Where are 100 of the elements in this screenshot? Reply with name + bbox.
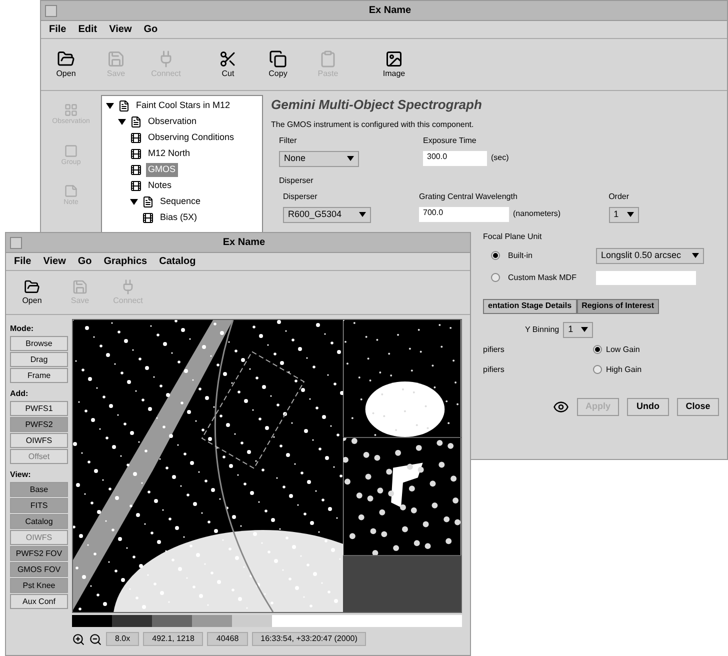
menu-item[interactable]: View [43,254,66,269]
note-icon [64,184,78,198]
dropdown[interactable]: 1 [608,206,639,222]
menu-item[interactable]: File [49,22,66,37]
tree-item[interactable]: Observing Conditions [146,131,236,145]
node-icon [130,116,142,128]
copy-icon [269,50,287,68]
mode-button[interactable]: PWFS2 FOV [10,546,68,561]
field-label: Filter [279,134,298,146]
radio-label: Low Gain [606,344,640,356]
section-label: View: [10,469,32,481]
mode-button[interactable]: PWFS1 [10,401,68,416]
status-field: 492.1, 1218 [143,632,204,646]
wavelength-field[interactable]: 700.0 [419,206,509,222]
node-icon [130,148,142,160]
zoom-in-icon[interactable] [72,632,85,646]
field-label: Disperser [283,190,318,202]
expanded-toggle-icon[interactable] [118,118,126,126]
menu-item[interactable]: Catalog [159,254,196,269]
expanded-toggle-icon[interactable] [130,198,138,206]
section-label: Mode: [10,323,35,335]
radio-button[interactable] [593,365,602,374]
tree-item[interactable]: GMOS [146,163,178,177]
field-label: Order [608,190,630,202]
section-label: Add: [10,388,30,400]
toolbar-button[interactable]: Image [377,50,411,80]
mode-button[interactable]: Drag [10,352,68,367]
mode-button[interactable]: Pst Knee [10,578,68,593]
unit-label: (sec) [491,152,509,164]
row-label: pifiers [483,344,506,356]
mode-button[interactable]: Catalog [10,514,68,529]
status-field: 16:33:54, +33:20:47 (2000) [252,632,366,646]
eye-icon [553,398,569,414]
unit-label: (nanometers) [513,208,561,220]
node-icon [130,164,142,176]
tree-item[interactable]: Observation [146,115,199,129]
description: The GMOS instrument is configured with this component. [271,118,475,130]
panel-title: Gemini Multi-Object Spectrograph [271,96,483,114]
menu-item[interactable]: Graphics [104,254,148,269]
window-title: Ex Name [222,236,266,250]
grid-icon [64,103,78,117]
field-label: Exposure Time [423,134,478,146]
radio-label: High Gain [606,364,642,376]
menu-item[interactable]: Go [78,254,92,269]
group-label: Focal Plane Unit [483,230,543,242]
square-icon [64,144,78,158]
mode-button[interactable]: FITS [10,498,68,513]
mode-button[interactable]: Frame [10,368,68,383]
menu-item[interactable]: Edit [78,22,98,37]
mode-button[interactable]: Browse [10,336,68,351]
tree-item[interactable]: M12 North [146,147,192,161]
status-field: 8.0x [106,632,140,646]
mode-button[interactable]: GMOS FOV [10,562,68,577]
tree-item[interactable]: Bias (5X) [158,211,200,225]
scissors-icon [219,50,237,68]
dropdown[interactable]: R600_G5304 [283,206,371,222]
zoom-out-icon[interactable] [89,632,102,646]
status-field: 40468 [207,632,248,646]
radio-button[interactable] [491,273,500,282]
menu-item[interactable]: Go [144,22,158,37]
node-icon [118,100,130,112]
row-label: pifiers [483,364,506,376]
mode-button[interactable]: Aux Conf [10,594,68,609]
field-label: Y Binning [525,324,560,336]
node-icon [130,132,142,144]
toolbar-button[interactable]: Open [49,50,83,80]
dropdown[interactable]: None [279,150,359,166]
radio-button[interactable] [491,251,500,260]
tree-item[interactable]: Sequence [158,195,203,209]
dropdown-arrow-icon [692,253,699,258]
dialog-button[interactable]: Undo [627,398,669,416]
folder-icon [57,50,75,68]
field-label: Grating Central Wavelength [419,190,518,202]
dropdown-arrow-icon [581,327,588,332]
mode-button[interactable]: OIWFS [10,433,68,448]
menu-item[interactable]: File [14,254,32,269]
dropdown[interactable]: Longslit 0.50 arcsec [596,248,704,264]
tab[interactable]: Regions of Interest [576,298,660,314]
window-title: Ex Name [368,4,412,18]
exposure-field[interactable]: 300.0 [423,150,487,166]
tree-item[interactable]: Notes [146,179,174,193]
mode-button[interactable]: Base [10,482,68,497]
folder-icon [24,278,40,294]
menu-item[interactable]: View [109,22,132,37]
mode-button[interactable]: PWFS2 [10,417,68,432]
expanded-toggle-icon[interactable] [106,102,114,110]
dropdown[interactable]: 1 [563,322,594,338]
dialog-button[interactable]: Close [677,398,719,416]
image-icon [385,50,403,68]
toolbar-button[interactable]: Open [14,278,50,306]
dropdown-arrow-icon [359,212,366,217]
group-label: Disperser [279,174,314,186]
toolbar-button[interactable]: Cut [211,50,245,80]
tree-item[interactable]: Faint Cool Stars in M12 [134,99,232,113]
radio-button[interactable] [593,345,602,354]
toolbar-button[interactable]: Copy [261,50,295,80]
clipboard-icon [319,50,337,68]
node-icon [142,196,154,208]
mask-field[interactable] [596,270,696,284]
tab[interactable]: entation Stage Details [483,298,577,314]
